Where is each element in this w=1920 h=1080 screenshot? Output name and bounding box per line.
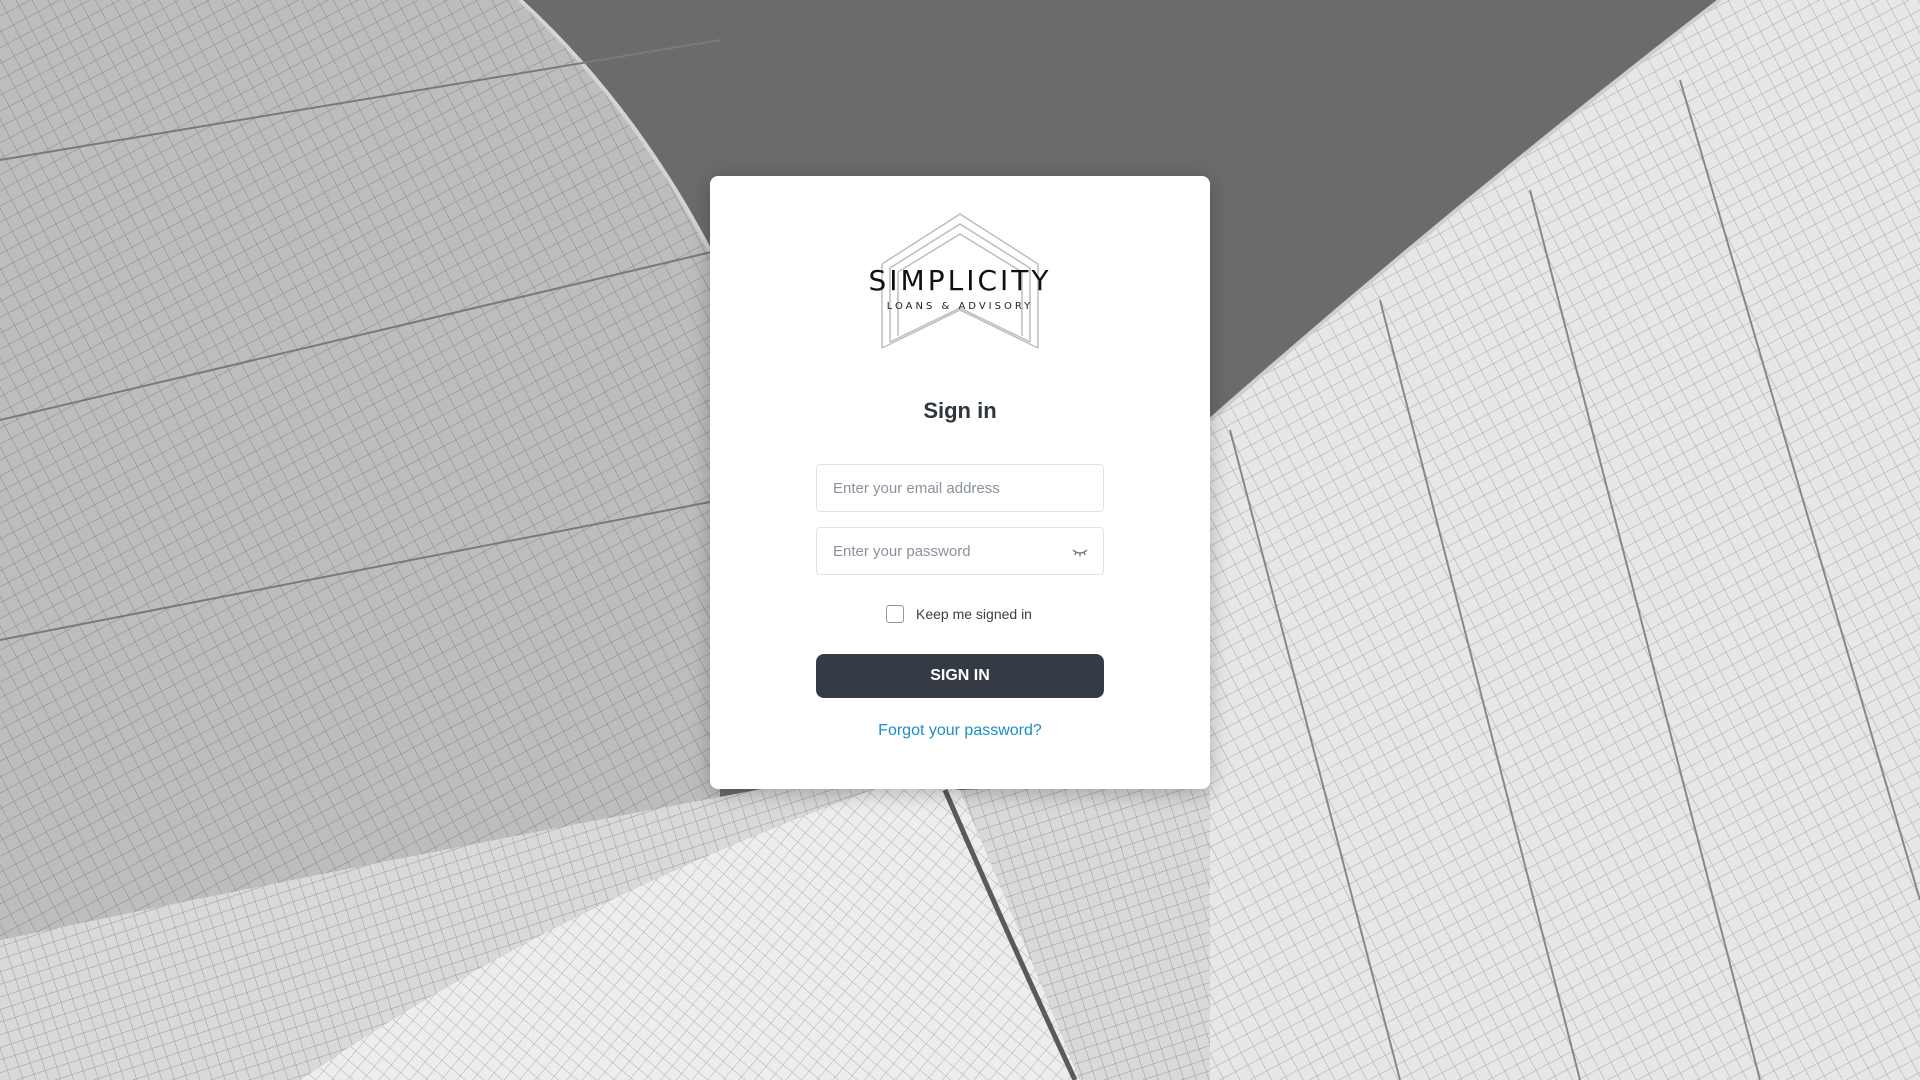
keep-signed-in-checkbox[interactable] — [886, 605, 904, 623]
brand-tagline: LOANS & ADVISORY — [886, 301, 1034, 312]
brand-logo: SIMPLICITY LOANS & ADVISORY — [860, 212, 1060, 350]
brand-name: SIMPLICITY — [868, 264, 1052, 297]
forgot-password-link[interactable]: Forgot your password? — [710, 722, 1210, 740]
email-input[interactable] — [817, 465, 1103, 511]
page-title: Sign in — [923, 398, 997, 423]
eye-closed-icon[interactable] — [1071, 543, 1089, 561]
sign-in-button[interactable]: SIGN IN — [816, 654, 1104, 698]
keep-signed-in-label: Keep me signed in — [916, 606, 1032, 622]
email-field-wrapper — [816, 464, 1104, 512]
password-input[interactable] — [817, 528, 1103, 574]
password-field-wrapper — [816, 527, 1104, 575]
keep-signed-in[interactable]: Keep me signed in — [886, 604, 1032, 624]
sign-in-card: SIMPLICITY LOANS & ADVISORY Sign in Keep… — [710, 176, 1210, 789]
